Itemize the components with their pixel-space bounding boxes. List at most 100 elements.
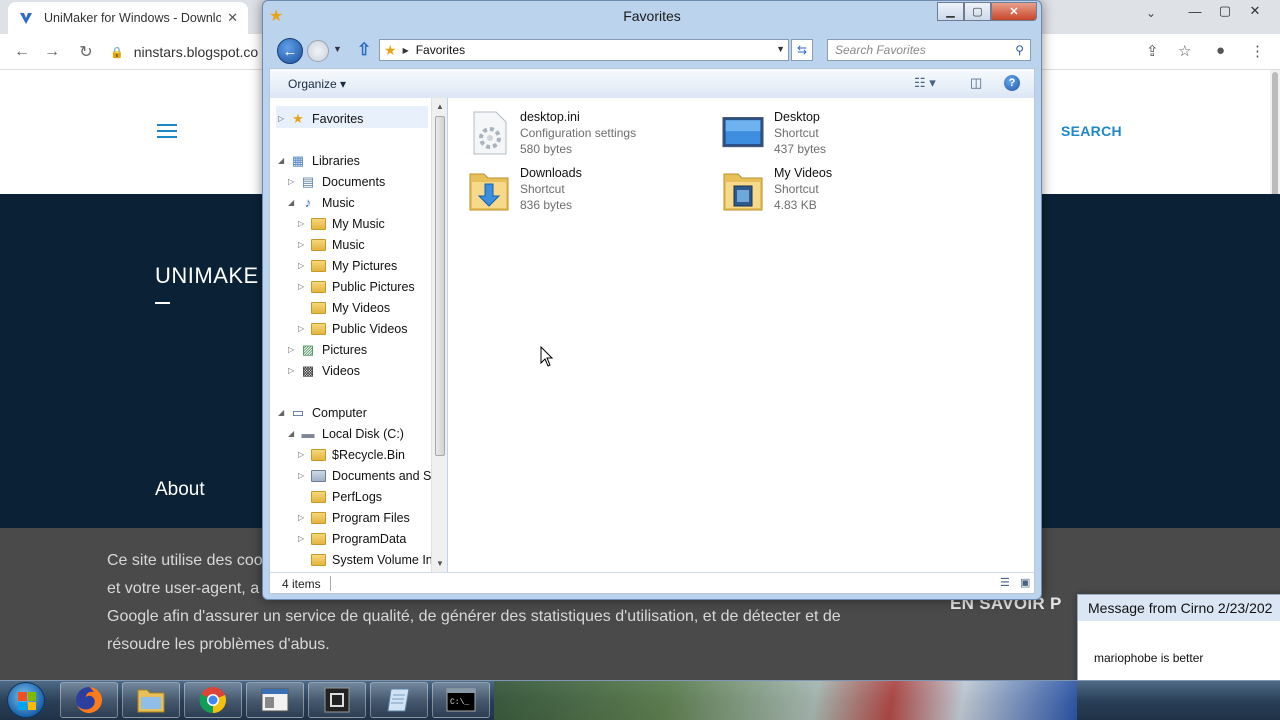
folder-icon (310, 238, 326, 252)
collapsed-arrow-icon[interactable]: ▷ (278, 114, 288, 123)
file-item-my-videos[interactable]: My Videos Shortcut 4.83 KB (722, 166, 962, 216)
nav-item-program-files[interactable]: ▷ Program Files (298, 507, 410, 528)
forward-arrow-icon[interactable]: → (42, 42, 62, 62)
nav-item-recycle-bin[interactable]: ▷ $Recycle.Bin (298, 444, 405, 465)
nav-item-my-music[interactable]: ▷ My Music (298, 213, 385, 234)
address-dropdown-icon[interactable]: ▼ (776, 44, 785, 54)
file-list[interactable]: desktop.ini Configuration settings 580 b… (448, 98, 1035, 572)
file-item-downloads[interactable]: Downloads Shortcut 836 bytes (468, 166, 708, 216)
tab-search-chevron-icon[interactable]: ⌄ (1146, 6, 1156, 20)
explorer-maximize-button[interactable]: ▢ (964, 2, 991, 21)
explorer-close-button[interactable]: ✕ (991, 2, 1037, 21)
share-icon[interactable]: ⇪ (1146, 42, 1159, 60)
nav-item-public-pictures[interactable]: ▷ Public Pictures (298, 276, 415, 297)
taskbar-cmd[interactable]: C:\_ (432, 682, 490, 718)
taskbar-explorer[interactable] (122, 682, 180, 718)
profile-icon[interactable]: ● (1216, 42, 1225, 59)
nav-scrollbar[interactable]: ▲ ▼ (431, 98, 447, 572)
explorer-back-button[interactable]: ← (277, 38, 303, 64)
message-notification[interactable]: Message from Cirno 2/23/202 mariophobe i… (1077, 594, 1280, 694)
breadcrumb[interactable]: Favorites (416, 43, 465, 57)
nav-item-perflogs[interactable]: PerfLogs (298, 486, 382, 507)
nav-item-my-pictures[interactable]: ▷ My Pictures (298, 255, 397, 276)
nav-item-public-videos[interactable]: ▷ Public Videos (298, 318, 408, 339)
nav-item-documents[interactable]: ▷ ▤ Documents (288, 171, 385, 192)
nav-item-label: Videos (322, 363, 360, 378)
tab-close-icon[interactable]: ✕ (227, 10, 238, 26)
collapsed-arrow-icon[interactable]: ▷ (298, 534, 308, 543)
collapsed-arrow-icon[interactable]: ▷ (298, 261, 308, 270)
search-icon[interactable]: ⚲ (1015, 43, 1024, 57)
nav-item-pictures[interactable]: ▷ ▨ Pictures (288, 339, 367, 360)
browser-close-button[interactable]: ✕ (1240, 0, 1270, 22)
explorer-titlebar[interactable]: ★ Favorites ▁ ▢ ✕ (263, 1, 1041, 31)
expanded-arrow-icon[interactable]: ◢ (278, 156, 288, 165)
browser-menu-icon[interactable]: ⋮ (1250, 42, 1265, 60)
nav-item-label: Computer (312, 405, 367, 420)
start-button[interactable] (7, 682, 45, 718)
nav-item-system-volume-inf[interactable]: System Volume Inf (298, 549, 436, 570)
bookmark-star-icon[interactable]: ☆ (1178, 42, 1191, 60)
downloads-folder-icon (469, 173, 509, 211)
collapsed-arrow-icon[interactable]: ▷ (298, 513, 308, 522)
expanded-arrow-icon[interactable]: ◢ (288, 429, 298, 438)
browser-maximize-button[interactable]: ▢ (1210, 0, 1240, 22)
recent-pages-dropdown-icon[interactable]: ▼ (333, 44, 342, 54)
collapsed-arrow-icon[interactable]: ▷ (298, 240, 308, 249)
browser-tab[interactable]: UniMaker for Windows - Download ✕ (8, 2, 248, 34)
hamburger-menu-icon[interactable] (157, 124, 177, 138)
explorer-address-bar[interactable]: ★ ▶ Favorites ▼ (379, 39, 789, 61)
breadcrumb-separator-icon[interactable]: ▶ (403, 46, 409, 55)
collapsed-arrow-icon[interactable]: ▷ (288, 177, 298, 186)
change-view-icon[interactable]: ☷ ▾ (914, 75, 936, 91)
notepad-icon (387, 688, 410, 712)
explorer-search-input[interactable]: Search Favorites ⚲ (827, 39, 1031, 61)
up-arrow-icon[interactable]: ⇧ (357, 40, 371, 60)
file-item-desktop[interactable]: Desktop Shortcut 437 bytes (722, 110, 962, 160)
browser-minimize-button[interactable]: — (1180, 0, 1210, 22)
site-search-link[interactable]: SEARCH (1061, 123, 1122, 139)
expanded-arrow-icon[interactable]: ◢ (288, 198, 298, 207)
explorer-forward-button[interactable] (307, 40, 329, 62)
nav-item-local-disk-c[interactable]: ◢ ▬ Local Disk (C:) (288, 423, 404, 444)
site-title: UNIMAKE (155, 263, 259, 288)
details-view-icon[interactable]: ☰ (1000, 576, 1010, 589)
preview-pane-icon[interactable]: ◫ (970, 75, 982, 91)
organize-button[interactable]: Organize ▾ (288, 77, 346, 91)
nav-item-programdata[interactable]: ▷ ProgramData (298, 528, 406, 549)
taskbar-firefox[interactable] (60, 682, 118, 718)
reload-icon[interactable]: ↻ (76, 42, 96, 62)
navigation-pane[interactable]: ▷ ★ Favorites ◢ ▦ Libraries ▷ ▤ Documents ◢ ♪ Music… (269, 98, 447, 572)
nav-item-favorites[interactable]: ▷ ★ Favorites (278, 108, 363, 129)
collapsed-arrow-icon[interactable]: ▷ (298, 471, 308, 480)
nav-item-music[interactable]: ◢ ♪ Music (288, 192, 355, 213)
help-icon[interactable]: ? (1004, 75, 1020, 91)
collapsed-arrow-icon[interactable]: ▷ (298, 219, 308, 228)
collapsed-arrow-icon[interactable]: ▷ (298, 282, 308, 291)
expanded-arrow-icon[interactable]: ◢ (278, 408, 288, 417)
nav-item-libraries[interactable]: ◢ ▦ Libraries (278, 150, 360, 171)
collapsed-arrow-icon[interactable]: ▷ (288, 366, 298, 375)
collapsed-arrow-icon[interactable]: ▷ (298, 450, 308, 459)
nav-scrollbar-thumb[interactable] (435, 116, 445, 456)
file-item-desktop-ini[interactable]: desktop.ini Configuration settings 580 b… (468, 110, 708, 160)
scroll-down-icon[interactable]: ▼ (436, 559, 444, 568)
app-dark-icon (324, 687, 350, 713)
nav-item-computer[interactable]: ◢ ▭ Computer (278, 402, 367, 423)
taskbar-app-window[interactable] (246, 682, 304, 718)
taskbar-notepad[interactable] (370, 682, 428, 718)
taskbar-chrome[interactable] (184, 682, 242, 718)
address-bar[interactable]: 🔒 ninstars.blogspot.co (110, 38, 280, 66)
nav-item-music[interactable]: ▷ Music (298, 234, 365, 255)
nav-item-my-videos[interactable]: My Videos (298, 297, 390, 318)
refresh-icon[interactable]: ⇆ (791, 39, 813, 61)
taskbar-app-dark[interactable] (308, 682, 366, 718)
large-icons-view-icon[interactable]: ▣ (1020, 576, 1030, 589)
back-arrow-icon[interactable]: ← (12, 42, 32, 62)
collapsed-arrow-icon[interactable]: ▷ (288, 345, 298, 354)
nav-item-videos[interactable]: ▷ ▩ Videos (288, 360, 360, 381)
nav-item-documents-and-se[interactable]: ▷ Documents and Se (298, 465, 438, 486)
scroll-up-icon[interactable]: ▲ (436, 102, 444, 111)
collapsed-arrow-icon[interactable]: ▷ (298, 324, 308, 333)
explorer-minimize-button[interactable]: ▁ (937, 2, 964, 21)
